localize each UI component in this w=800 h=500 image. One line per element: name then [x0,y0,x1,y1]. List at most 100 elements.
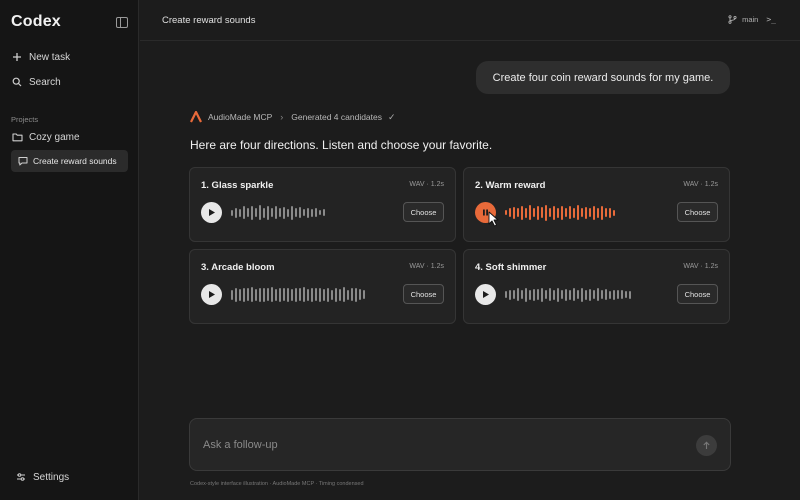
waveform-bar [521,205,523,220]
settings-sliders-icon [15,471,27,483]
play-button[interactable] [475,284,496,305]
play-button[interactable] [201,284,222,305]
waveform-bar [561,205,563,220]
waveform-bar [573,288,575,301]
branch-indicator[interactable]: main >_ [728,15,776,24]
chat-icon [18,156,28,166]
waveform-bar [239,288,241,301]
page-title: Create reward sounds [162,15,256,26]
sound-card-meta: WAV · 1.2s [683,181,718,188]
waveform-bar [251,287,253,302]
waveform-bar [299,288,301,301]
waveform-bar [521,290,523,299]
choose-button[interactable]: Choose [403,284,444,304]
waveform-bar [581,287,583,302]
waveform-bar [335,287,337,302]
waveform-bar [239,208,241,217]
arrow-up-icon [703,441,710,449]
new-task-button[interactable]: New task [11,48,70,66]
waveform-bar [255,288,257,301]
chevron-right-icon: › [280,112,284,122]
waveform-bar [629,290,631,299]
audiomade-logo-icon [190,111,202,123]
waveform-bar [315,208,317,217]
search-label: Search [29,76,61,88]
waveform-bar [295,287,297,302]
waveform-bar [263,287,265,302]
waveform-bar [585,289,587,300]
waveform-bar [513,206,515,219]
waveform-bar [537,205,539,220]
waveform-bar [319,287,321,302]
waveform-bar [299,207,301,218]
plus-icon [11,51,23,63]
waveform[interactable] [505,204,615,221]
waveform-bar [307,288,309,301]
waveform-bar [609,290,611,299]
waveform-bar [549,208,551,217]
waveform-bar [243,206,245,219]
waveform-bar [529,205,531,220]
waveform-bar [247,288,249,301]
follow-up-input[interactable] [203,436,673,454]
waveform-bar [553,289,555,300]
waveform[interactable] [505,286,631,303]
waveform-bar [605,208,607,217]
waveform-bar [561,290,563,299]
choose-button[interactable]: Choose [403,202,444,222]
assistant-intro-text: Here are four directions. Listen and cho… [190,138,493,152]
waveform-bar [593,290,595,299]
settings-button[interactable]: Settings [15,468,69,486]
waveform-bar [303,209,305,216]
waveform-bar [351,288,353,301]
waveform-bar [569,206,571,219]
waveform-bar [557,207,559,218]
waveform-bar [509,289,511,300]
waveform-bar [545,204,547,221]
waveform-bar [529,289,531,300]
header: Create reward sounds main >_ [140,0,800,41]
terminal-icon[interactable]: >_ [766,15,776,24]
choose-button[interactable]: Choose [677,284,718,304]
sound-card-meta: WAV · 1.2s [409,263,444,270]
waveform-bar [283,206,285,219]
sidebar-toggle-icon[interactable] [116,17,128,28]
waveform[interactable] [231,286,365,303]
sidebar-item-active-task[interactable]: Create reward sounds [11,150,128,172]
waveform-bar [247,208,249,217]
waveform[interactable] [231,204,325,221]
waveform-bar [331,289,333,300]
waveform-bar [509,208,511,217]
waveform-bar [601,290,603,299]
check-icon: ✓ [388,111,396,122]
waveform-bar [235,287,237,302]
tool-name: AudioMade MCP [208,112,273,122]
waveform-bar [585,206,587,219]
brand-logo: Codex [11,13,61,30]
waveform-bar [275,206,277,219]
sound-card-meta: WAV · 1.2s [683,263,718,270]
projects-section-label: Projects [11,115,39,124]
waveform-bar [271,287,273,302]
search-button[interactable]: Search [11,73,61,91]
sound-card-title: 1. Glass sparkle [201,180,274,191]
tool-status-line[interactable]: AudioMade MCP › Generated 4 candidates ✓ [190,111,396,123]
waveform-bar [581,208,583,217]
sound-card-3: 3. Arcade bloom WAV · 1.2s Choose [189,249,456,324]
waveform-bar [363,290,365,299]
play-button[interactable] [201,202,222,223]
sound-card-title: 4. Soft shimmer [475,262,547,273]
sidebar-item-project[interactable]: Cozy game [11,128,80,146]
waveform-bar [307,207,309,218]
waveform-bar [533,288,535,301]
waveform-bar [505,291,507,298]
mouse-cursor-icon [488,211,499,227]
waveform-bar [625,291,627,298]
waveform-bar [291,288,293,301]
play-icon [483,291,489,298]
choose-button[interactable]: Choose [677,202,718,222]
waveform-bar [537,289,539,300]
waveform-bar [259,205,261,220]
send-button[interactable] [696,435,717,456]
waveform-bar [597,207,599,218]
